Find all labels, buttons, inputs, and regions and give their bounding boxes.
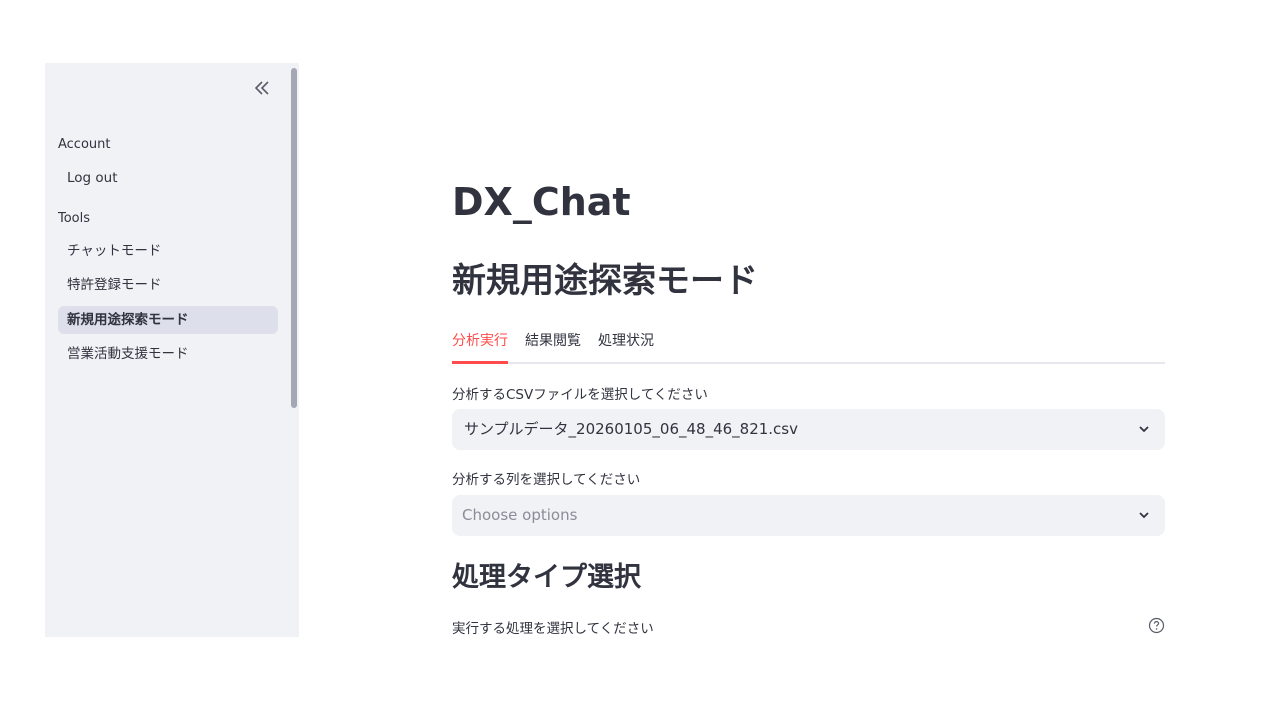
sidebar-section-tools: Tools <box>58 211 91 226</box>
logout-link[interactable]: Log out <box>58 164 278 192</box>
sidebar-item-new-use-mode[interactable]: 新規用途探索モード <box>58 306 278 334</box>
tab-process-status[interactable]: 処理状況 <box>598 328 654 364</box>
csv-file-select[interactable]: サンプルデータ_20260105_06_48_46_821.csv <box>452 409 1165 450</box>
sidebar-item-patent-mode[interactable]: 特許登録モード <box>58 271 278 299</box>
question-circle-icon[interactable] <box>1148 617 1165 634</box>
tab-view-results[interactable]: 結果閲覧 <box>525 328 581 364</box>
chevron-down-icon <box>1139 426 1149 433</box>
mode-title: 新規用途探索モード <box>452 261 758 301</box>
double-chevron-left-icon <box>254 81 269 95</box>
active-tab-indicator <box>452 361 508 364</box>
tab-bar: 分析実行 結果閲覧 処理状況 <box>452 328 1165 364</box>
sidebar-item-chat-mode[interactable]: チャットモード <box>58 237 278 265</box>
process-type-heading: 処理タイプ選択 <box>452 562 641 593</box>
collapse-sidebar-button[interactable] <box>250 76 274 100</box>
column-select-placeholder: Choose options <box>462 506 578 524</box>
column-multiselect[interactable]: Choose options <box>452 495 1165 536</box>
column-select-label: 分析する列を選択してください <box>452 472 641 488</box>
csv-select-label: 分析するCSVファイルを選択してください <box>452 387 708 403</box>
sidebar-section-account: Account <box>58 137 111 152</box>
sidebar-scrollbar-thumb[interactable] <box>291 68 297 408</box>
page-title: DX_Chat <box>452 180 631 224</box>
csv-select-value: サンプルデータ_20260105_06_48_46_821.csv <box>464 420 798 438</box>
tab-run-analysis[interactable]: 分析実行 <box>452 328 508 364</box>
chevron-down-icon <box>1139 512 1149 519</box>
sidebar-item-sales-mode[interactable]: 営業活動支援モード <box>58 340 278 368</box>
process-select-label: 実行する処理を選択してください <box>452 621 654 637</box>
